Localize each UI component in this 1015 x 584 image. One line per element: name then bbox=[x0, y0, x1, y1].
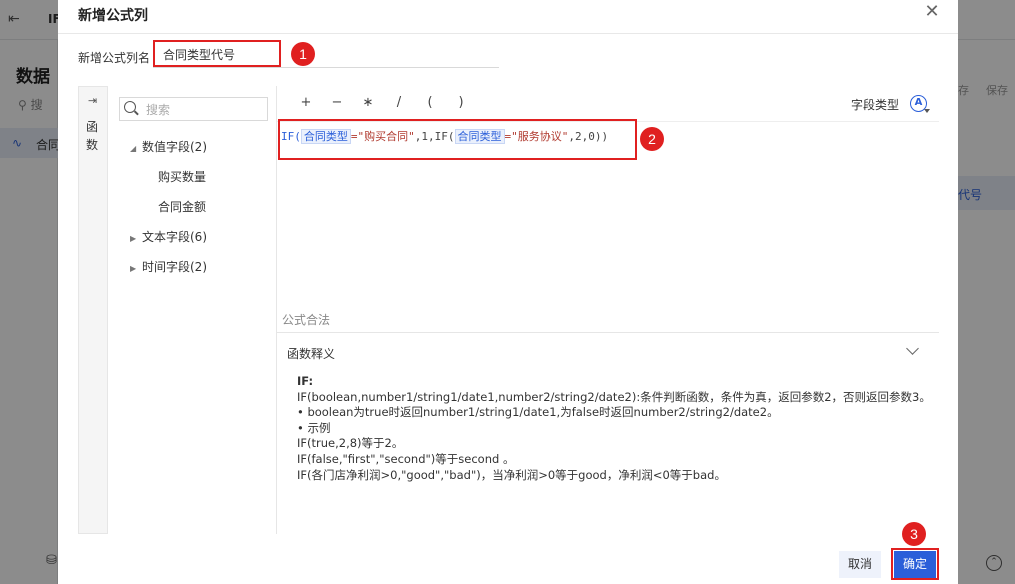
chevron-down-icon[interactable] bbox=[906, 342, 919, 355]
collapsed-triangle-icon: ▶ bbox=[130, 264, 137, 273]
tree-group-text[interactable]: ▶ 文本字段(6) bbox=[130, 228, 207, 245]
search-icon bbox=[124, 101, 136, 113]
function-panel-label[interactable]: 函数 bbox=[86, 118, 100, 154]
tree-group-label: 文本字段(6) bbox=[142, 230, 207, 244]
description-line: • boolean为true时返回number1/string1/date1,为… bbox=[297, 405, 779, 420]
dialog-title: 新增公式列 bbox=[78, 8, 148, 24]
field-search-placeholder: 搜索 bbox=[146, 103, 171, 117]
field-type-label: 字段类型 bbox=[851, 98, 900, 112]
add-formula-column-dialog: 新增公式列 ✕ 新增公式列名 ⇥ 函数 搜索 ◢ 数值字段(2) 购买数量 合同金… bbox=[58, 0, 958, 584]
op-plus-button[interactable]: + bbox=[296, 95, 316, 110]
description-line: • 示例 bbox=[297, 420, 331, 435]
function-description-body: IF: IF(boolean,number1/string1/date1,num… bbox=[297, 374, 937, 483]
description-line: IF(true,2,8)等于2。 bbox=[297, 436, 404, 451]
annotation-box-3 bbox=[891, 548, 939, 580]
tree-group-label: 数值字段(2) bbox=[142, 140, 207, 154]
description-line: IF: bbox=[297, 374, 314, 388]
tree-field-label: 购买数量 bbox=[158, 170, 207, 184]
description-divider bbox=[277, 332, 939, 333]
caret-down-icon[interactable] bbox=[924, 109, 930, 113]
collapse-right-icon[interactable]: ⇥ bbox=[88, 94, 97, 107]
collapsed-triangle-icon: ▶ bbox=[130, 234, 137, 243]
function-description-title: 函数释义 bbox=[287, 347, 336, 361]
tree-field-item[interactable]: 合同金额 bbox=[158, 198, 206, 215]
op-left-paren-button[interactable]: ( bbox=[420, 95, 440, 110]
op-multiply-button[interactable]: ∗ bbox=[358, 95, 378, 110]
dialog-divider bbox=[58, 33, 958, 34]
tree-field-item[interactable]: 购买数量 bbox=[158, 168, 206, 185]
field-search-input[interactable] bbox=[119, 97, 268, 121]
annotation-marker-1: 1 bbox=[291, 42, 315, 66]
description-line: IF(各门店净利润>0,"good","bad")，当净利润>0等于good，净… bbox=[297, 467, 726, 482]
tree-group-numeric[interactable]: ◢ 数值字段(2) bbox=[130, 138, 207, 155]
tree-group-time[interactable]: ▶ 时间字段(2) bbox=[130, 258, 207, 275]
annotation-marker-3: 3 bbox=[902, 522, 926, 546]
description-line: IF(false,"first","second")等于second 。 bbox=[297, 451, 515, 466]
tree-field-label: 合同金额 bbox=[158, 200, 207, 214]
op-minus-button[interactable]: − bbox=[327, 95, 347, 110]
column-name-label: 新增公式列名 bbox=[78, 51, 151, 65]
description-line: IF(boolean,number1/string1/date1,number2… bbox=[297, 389, 931, 404]
formula-valid-status: 公式合法 bbox=[282, 313, 331, 327]
close-icon[interactable]: ✕ bbox=[922, 2, 942, 22]
expanded-triangle-icon: ◢ bbox=[130, 144, 137, 153]
tree-group-label: 时间字段(2) bbox=[142, 260, 207, 274]
op-divide-button[interactable]: / bbox=[389, 95, 409, 110]
annotation-box-1 bbox=[153, 40, 281, 67]
cancel-button[interactable]: 取消 bbox=[839, 551, 881, 578]
annotation-box-2 bbox=[278, 119, 637, 160]
op-right-paren-button[interactable]: ) bbox=[451, 95, 471, 110]
annotation-marker-2: 2 bbox=[640, 127, 664, 151]
